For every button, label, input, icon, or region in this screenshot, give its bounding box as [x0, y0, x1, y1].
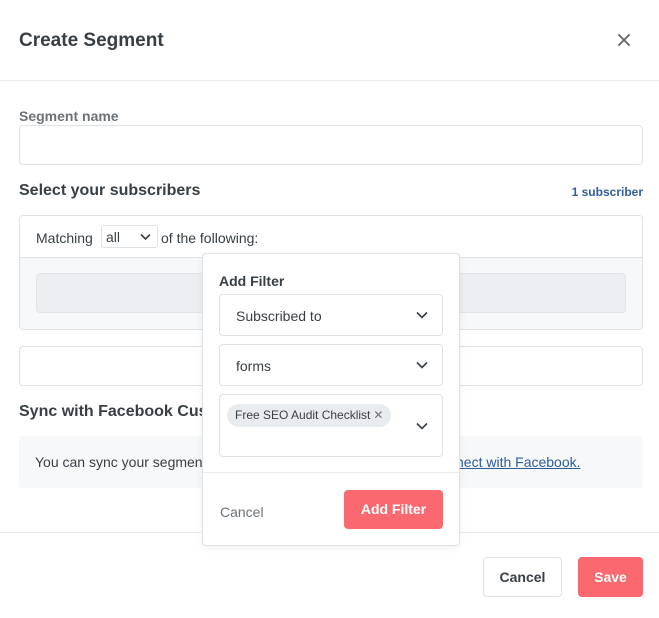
matching-label: Matching [36, 230, 93, 246]
facebook-sync-text: You can sync your segmen [35, 454, 203, 470]
filter-condition-value: Subscribed to [236, 308, 322, 324]
save-button[interactable]: Save [578, 557, 643, 597]
chevron-down-icon [416, 311, 428, 319]
match-type-select[interactable]: all [101, 225, 158, 248]
selected-tag-chip: Free SEO Audit Checklist ✕ [227, 404, 392, 427]
add-filter-button[interactable]: Add Filter [344, 490, 443, 529]
add-filter-footer: Cancel Add Filter [203, 472, 459, 545]
modal-title: Create Segment [19, 30, 164, 51]
chevron-down-icon [416, 361, 428, 369]
remove-tag-icon[interactable]: ✕ [373, 408, 383, 422]
filter-value-multiselect[interactable]: Free SEO Audit Checklist ✕ [219, 394, 443, 457]
facebook-sync-title: Sync with Facebook Cus [19, 403, 208, 420]
filter-type-value: forms [236, 358, 271, 374]
following-label: of the following: [161, 230, 259, 246]
connect-facebook-link[interactable]: nect with Facebook. [456, 454, 581, 470]
close-icon[interactable] [613, 29, 635, 51]
create-segment-modal: Create Segment Segment name Select your … [0, 0, 659, 618]
filter-cancel-button[interactable]: Cancel [220, 504, 264, 520]
selected-tag-label: Free SEO Audit Checklist [235, 408, 371, 422]
filter-type-select[interactable]: forms [219, 344, 443, 386]
match-type-value: all [106, 229, 121, 245]
filter-condition-select[interactable]: Subscribed to [219, 294, 443, 336]
segment-name-label: Segment name [19, 108, 119, 124]
rules-header: Matching all of the following: [20, 216, 642, 258]
segment-name-input[interactable] [19, 125, 643, 165]
chevron-down-icon [140, 233, 151, 241]
cancel-button[interactable]: Cancel [483, 557, 562, 597]
select-subscribers-title: Select your subscribers [19, 182, 201, 199]
subscriber-count[interactable]: 1 subscriber [572, 185, 643, 199]
modal-header: Create Segment [0, 0, 659, 81]
chevron-down-icon [416, 422, 428, 430]
add-filter-popover: Add Filter Subscribed to forms Free SEO … [202, 253, 460, 546]
add-filter-title: Add Filter [219, 273, 285, 289]
